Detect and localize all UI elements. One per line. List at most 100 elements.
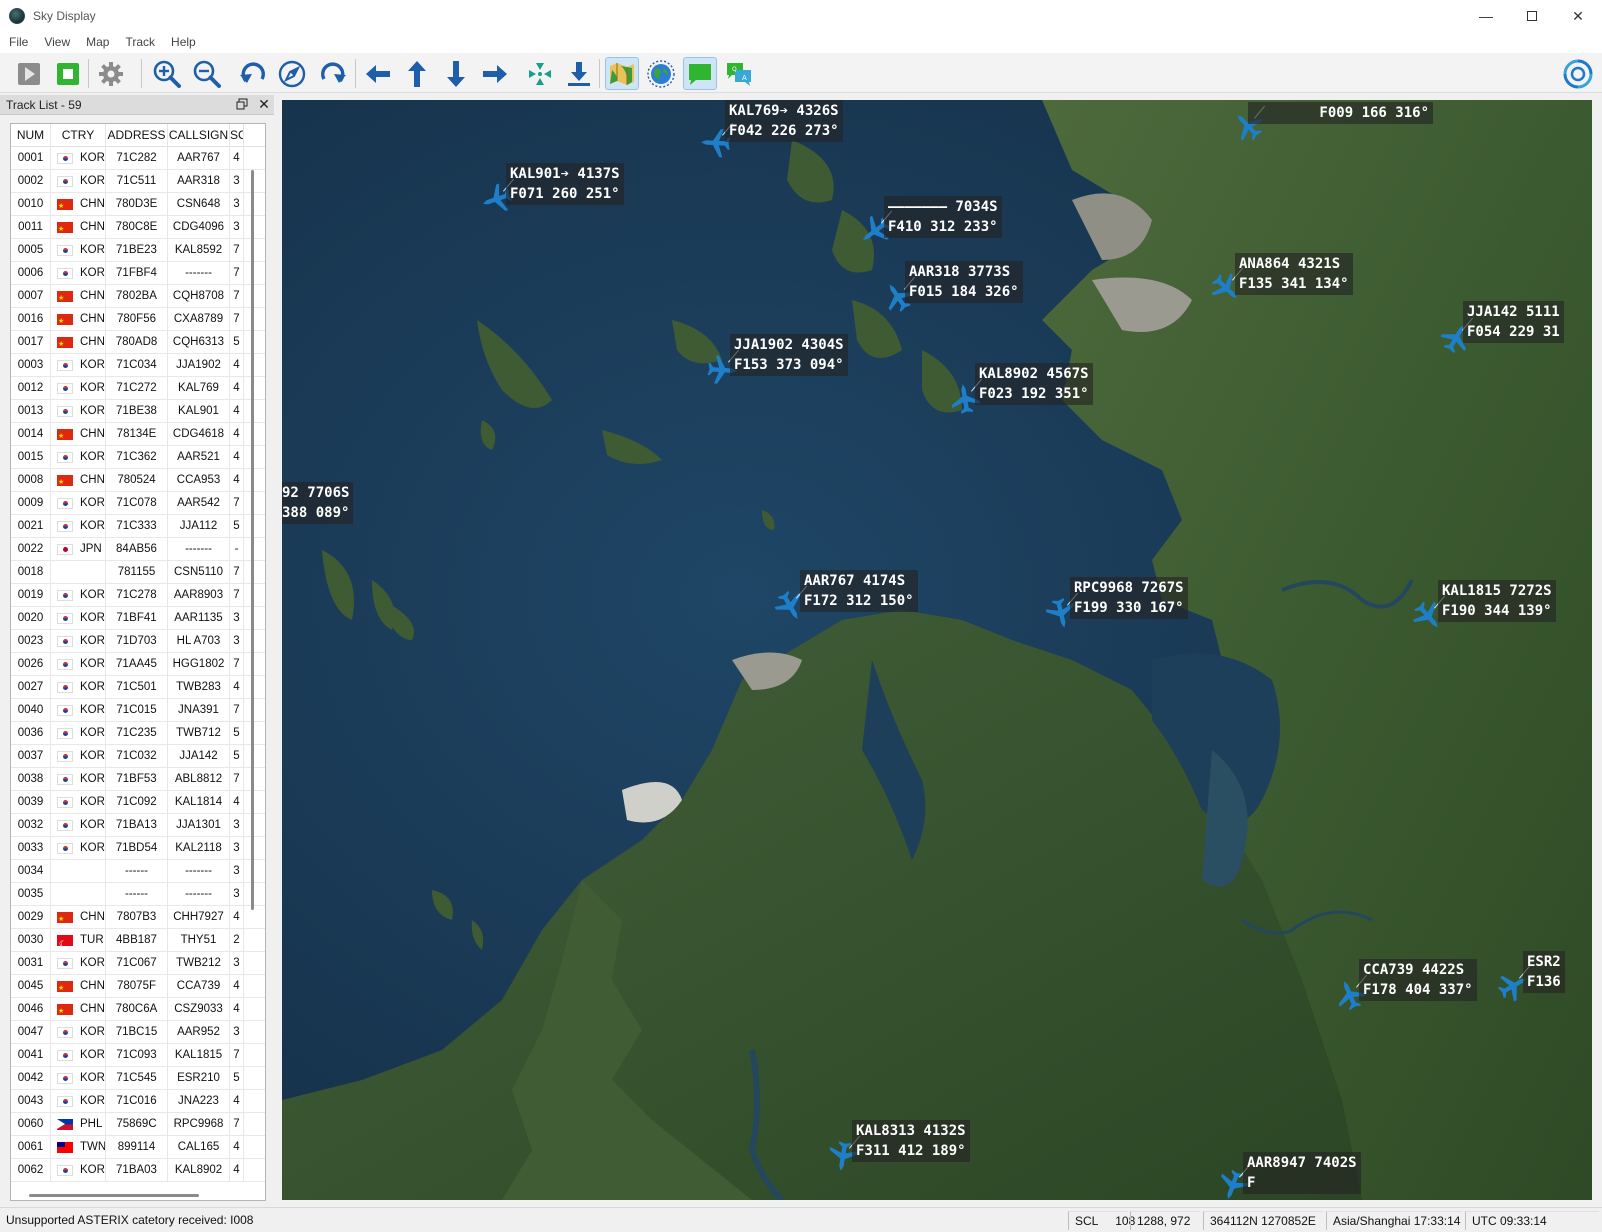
track-label[interactable]: KAL901➔ 4137S F071 260 251° (506, 163, 624, 205)
table-row[interactable]: 0046 CHN780C6ACSZ90334 (11, 998, 265, 1021)
table-row[interactable]: 0012 KOR 71C272 KAL769 4 (11, 377, 265, 400)
table-row[interactable]: 0006 KOR 71FBF4 ------- 7 (11, 262, 265, 285)
table-row[interactable]: 0011 CHN780C8ECDG40963 (11, 216, 265, 239)
compass-button[interactable] (275, 57, 309, 90)
table-row[interactable]: 0027 KOR 71C501 TWB283 4 (11, 676, 265, 699)
table-row[interactable]: 0009 KOR 71C078 AAR542 7 (11, 492, 265, 515)
table-row[interactable]: 0019 KOR 71C278 AAR8903 7 (11, 584, 265, 607)
radar-map[interactable]: KAL769➔ 4326S F042 226 273° F009 166 316°… (282, 100, 1592, 1200)
table-row[interactable]: 0005 KOR 71BE23 KAL8592 7 (11, 239, 265, 262)
table-row[interactable]: 0060 PHL 75869C RPC9968 7 (11, 1113, 265, 1136)
table-row[interactable]: 0034 ------ ------- 3 (11, 860, 265, 883)
menu-file[interactable]: File (0, 35, 36, 49)
table-row[interactable]: 0045 CHN78075FCCA7394 (11, 975, 265, 998)
float-panel-icon[interactable] (236, 98, 248, 110)
zoom-out-button[interactable] (190, 57, 224, 90)
table-row[interactable]: 0042 KOR 71C545 ESR210 5 (11, 1067, 265, 1090)
table-row[interactable]: 0017 CHN780AD8CQH63135 (11, 331, 265, 354)
table-row[interactable]: 0023 KOR 71D703 HL A703 3 (11, 630, 265, 653)
track-label[interactable]: AAR767 4174S F172 312 150° (800, 570, 918, 612)
track-label[interactable]: 92 7706S 388 089° (282, 482, 354, 524)
app-swirl-button[interactable] (1561, 57, 1595, 90)
table-row[interactable]: 0018 781155 CSN5110 7 (11, 561, 265, 584)
table-row[interactable]: 0002 KOR 71C511 AAR318 3 (11, 170, 265, 193)
table-row[interactable]: 0030 TUR4BB187THY512 (11, 929, 265, 952)
table-row[interactable]: 0047 KOR 71BC15 AAR952 3 (11, 1021, 265, 1044)
table-row[interactable]: 0043 KOR 71C016 JNA223 4 (11, 1090, 265, 1113)
menu-help[interactable]: Help (163, 35, 204, 49)
pan-right-button[interactable] (478, 57, 512, 90)
center-button[interactable] (523, 57, 557, 90)
close-panel-icon[interactable]: ✕ (257, 96, 271, 112)
table-row[interactable]: 0040 KOR 71C015 JNA391 7 (11, 699, 265, 722)
map-layer-button[interactable] (605, 57, 639, 90)
track-label[interactable]: JJA1902 4304S F153 373 094° (730, 334, 848, 376)
rotate-right-button[interactable] (316, 57, 350, 90)
pan-left-button[interactable] (361, 57, 395, 90)
menu-view[interactable]: View (36, 35, 78, 49)
track-label[interactable]: AAR318 3773S F015 184 326° (905, 261, 1023, 303)
table-row[interactable]: 0021 KOR 71C333 JJA112 5 (11, 515, 265, 538)
rotate-left-button[interactable] (236, 57, 270, 90)
table-row[interactable]: 0016 CHN780F56CXA87897 (11, 308, 265, 331)
label-button[interactable] (683, 57, 717, 90)
track-label[interactable]: ANA864 4321S F135 341 134° (1235, 253, 1353, 295)
pan-down-button[interactable] (439, 57, 473, 90)
table-row[interactable]: 0020 KOR 71BF41 AAR1135 3 (11, 607, 265, 630)
column-header-squawk[interactable]: SC (230, 124, 244, 147)
menu-map[interactable]: Map (78, 35, 117, 49)
table-row[interactable]: 0061 TWN 899114 CAL165 4 (11, 1136, 265, 1159)
settings-button[interactable] (94, 57, 128, 90)
table-row[interactable]: 0007 CHN7802BACQH87087 (11, 285, 265, 308)
column-header-ctry[interactable]: CTRY (51, 124, 106, 147)
track-label[interactable]: KAL8902 4567S F023 192 351° (975, 363, 1093, 405)
stop-button[interactable] (51, 57, 85, 90)
label-alt-button[interactable]: AQ (722, 57, 756, 90)
table-row[interactable]: 0036 KOR 71C235 TWB712 5 (11, 722, 265, 745)
track-label[interactable]: RPC9968 7267S F199 330 167° (1070, 577, 1188, 619)
track-label[interactable]: CCA739 4422S F178 404 337° (1359, 959, 1477, 1001)
minimize-button[interactable]: — (1463, 0, 1509, 31)
horizontal-scrollbar[interactable] (29, 1194, 199, 1197)
table-row[interactable]: 0001 KOR 71C282 AAR767 4 (11, 147, 265, 170)
table-row[interactable]: 0039 KOR 71C092 KAL1814 4 (11, 791, 265, 814)
column-header-address[interactable]: ADDRESS (106, 124, 168, 147)
download-button[interactable] (562, 57, 596, 90)
table-row[interactable]: 0035 ------ ------- 3 (11, 883, 265, 906)
column-header-callsign[interactable]: CALLSIGN (168, 124, 230, 147)
table-row[interactable]: 0038 KOR 71BF53 ABL8812 7 (11, 768, 265, 791)
pan-up-button[interactable] (400, 57, 434, 90)
table-row[interactable]: 0032 KOR 71BA13 JJA1301 3 (11, 814, 265, 837)
table-row[interactable]: 0041 KOR 71C093 KAL1815 7 (11, 1044, 265, 1067)
table-row[interactable]: 0037 KOR 71C032 JJA142 5 (11, 745, 265, 768)
table-row[interactable]: 0033 KOR 71BD54 KAL2118 3 (11, 837, 265, 860)
table-row[interactable]: 0031 KOR 71C067 TWB212 3 (11, 952, 265, 975)
close-button[interactable]: ✕ (1555, 0, 1601, 31)
track-label[interactable]: JJA142 5111 F054 229 31 (1463, 301, 1564, 343)
table-row[interactable]: 0029 CHN7807B3CHH79274 (11, 906, 265, 929)
maximize-button[interactable] (1509, 0, 1555, 31)
table-row[interactable]: 0013 KOR 71BE38 KAL901 4 (11, 400, 265, 423)
table-row[interactable]: 0022 JPN 84AB56 ------- - (11, 538, 265, 561)
table-row[interactable]: 0010 CHN780D3ECSN6483 (11, 193, 265, 216)
table-row[interactable]: 0026 KOR 71AA45 HGG1802 7 (11, 653, 265, 676)
track-label[interactable]: ESR2 F136 (1523, 951, 1565, 993)
play-button[interactable] (12, 57, 46, 90)
track-label[interactable]: KAL8313 4132S F311 412 189° (852, 1120, 970, 1162)
table-row[interactable]: 0008 CHN780524CCA9534 (11, 469, 265, 492)
globe-button[interactable] (644, 57, 678, 90)
cell-num: 0030 (11, 929, 51, 951)
table-row[interactable]: 0015 KOR 71C362 AAR521 4 (11, 446, 265, 469)
track-label[interactable]: ——————— 7034S F410 312 233° (884, 196, 1002, 238)
table-row[interactable]: 0003 KOR 71C034 JJA1902 4 (11, 354, 265, 377)
zoom-in-button[interactable] (150, 57, 184, 90)
column-header-num[interactable]: NUM (11, 124, 51, 147)
table-row[interactable]: 0062 KOR 71BA03 KAL8902 4 (11, 1159, 265, 1182)
track-label[interactable]: KAL1815 7272S F190 344 139° (1438, 580, 1556, 622)
vertical-scrollbar[interactable] (251, 170, 254, 910)
track-label[interactable]: F009 166 316° (1248, 102, 1434, 124)
table-row[interactable]: 0014 CHN78134ECDG46184 (11, 423, 265, 446)
track-label[interactable]: AAR8947 7402S F (1243, 1152, 1361, 1194)
menu-track[interactable]: Track (117, 35, 163, 49)
track-label[interactable]: KAL769➔ 4326S F042 226 273° (725, 100, 843, 142)
